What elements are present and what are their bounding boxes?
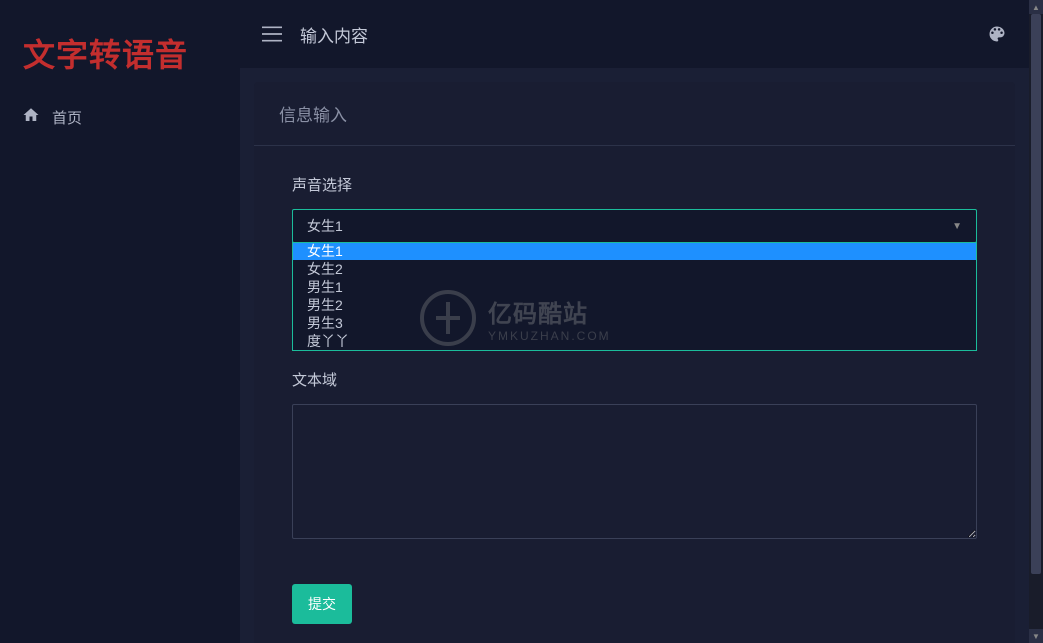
content-textarea[interactable] xyxy=(292,404,977,539)
voice-dropdown: 女生1 女生2 男生1 男生2 男生3 度丫丫 xyxy=(292,242,977,351)
voice-option[interactable]: 男生2 xyxy=(293,296,976,314)
voice-option[interactable]: 女生1 xyxy=(293,242,976,260)
input-card: 信息输入 声音选择 女生1 ▼ 女生1 女生2 xyxy=(254,82,1015,643)
voice-select-value: 女生1 xyxy=(307,216,343,236)
scroll-up-icon[interactable]: ▲ xyxy=(1029,0,1043,14)
app-logo: 文字转语音 xyxy=(0,0,240,96)
sidebar-item-label: 首页 xyxy=(52,107,82,128)
sidebar: 文字转语音 首页 xyxy=(0,0,240,643)
textarea-label: 文本域 xyxy=(292,369,977,390)
main-content: 输入内容 信息输入 声音选择 女生1 ▼ xyxy=(240,0,1029,643)
sidebar-item-home[interactable]: 首页 xyxy=(0,96,240,138)
menu-toggle-icon[interactable] xyxy=(262,26,282,42)
voice-select-label: 声音选择 xyxy=(292,174,977,195)
card-header: 信息输入 xyxy=(254,82,1015,146)
voice-select[interactable]: 女生1 ▼ xyxy=(292,209,977,243)
theme-palette-icon[interactable] xyxy=(987,24,1007,44)
chevron-down-icon: ▼ xyxy=(952,221,962,232)
scroll-down-icon[interactable]: ▼ xyxy=(1029,629,1043,643)
home-icon xyxy=(22,106,40,128)
voice-option[interactable]: 女生2 xyxy=(293,260,976,278)
voice-option[interactable]: 男生1 xyxy=(293,278,976,296)
vertical-scrollbar[interactable]: ▲ ▼ xyxy=(1029,0,1043,643)
scrollbar-thumb[interactable] xyxy=(1031,14,1041,574)
submit-button[interactable]: 提交 xyxy=(292,584,352,624)
voice-option[interactable]: 度丫丫 xyxy=(293,332,976,350)
topbar: 输入内容 xyxy=(240,0,1029,68)
page-title: 输入内容 xyxy=(300,22,368,47)
voice-option[interactable]: 男生3 xyxy=(293,314,976,332)
